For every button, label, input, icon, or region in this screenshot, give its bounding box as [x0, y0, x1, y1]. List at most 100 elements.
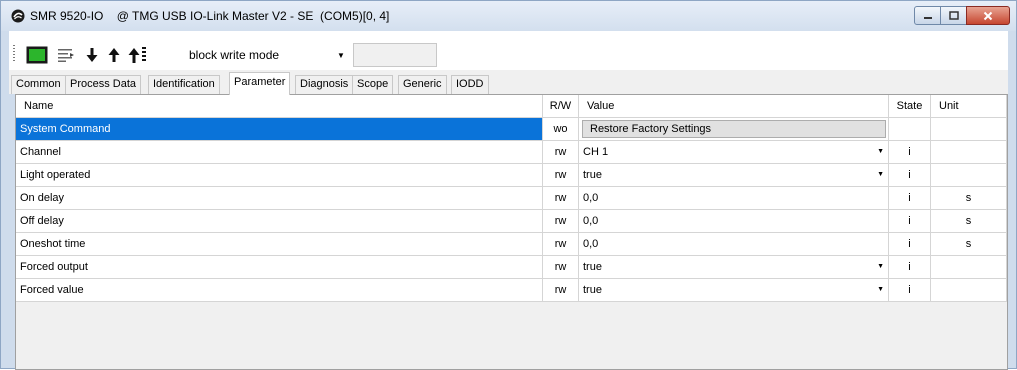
param-state: i	[889, 164, 931, 186]
write-all-button[interactable]	[127, 44, 149, 66]
param-value-input[interactable]: 0,0	[579, 187, 889, 209]
param-name[interactable]: System Command	[16, 118, 543, 140]
param-rw: rw	[543, 210, 579, 232]
param-state: i	[889, 256, 931, 278]
minimize-button[interactable]	[914, 6, 941, 25]
table-row[interactable]: Off delay rw 0,0 i s	[16, 210, 1007, 233]
param-unit: s	[931, 187, 1007, 209]
column-header-name[interactable]: Name	[16, 95, 543, 117]
param-state: i	[889, 141, 931, 163]
param-value-cell: Restore Factory Settings	[579, 118, 889, 140]
table-row[interactable]: Forced output rw true ▼ i	[16, 256, 1007, 279]
close-icon	[983, 11, 993, 20]
param-value-select[interactable]: true ▼	[579, 164, 889, 186]
param-state: i	[889, 210, 931, 232]
param-rw: wo	[543, 118, 579, 140]
param-rw: rw	[543, 279, 579, 301]
param-name: Light operated	[16, 164, 543, 186]
toolbar-grip[interactable]	[13, 45, 15, 63]
toolbar: block write mode ▼	[9, 31, 1008, 70]
table-row[interactable]: Channel rw CH 1 ▼ i	[16, 141, 1007, 164]
param-unit	[931, 118, 1007, 140]
chevron-down-icon[interactable]: ▼	[877, 279, 884, 301]
window-title: SMR 9520-IO @ TMG USB IO-Link Master V2 …	[30, 9, 390, 23]
maximize-button[interactable]	[940, 6, 967, 25]
toolbar-input[interactable]	[353, 43, 437, 67]
param-unit	[931, 164, 1007, 186]
tab-process-data[interactable]: Process Data	[65, 75, 142, 94]
connection-status-button[interactable]	[25, 44, 49, 66]
connection-status-icon	[26, 46, 48, 64]
write-mode-value: block write mode	[189, 48, 280, 62]
param-state: i	[889, 233, 931, 255]
list-icon	[58, 49, 74, 62]
parameter-grid: Name R/W Value State Unit System Command…	[15, 94, 1008, 370]
column-header-unit[interactable]: Unit	[931, 95, 1007, 117]
tab-scope[interactable]: Scope	[352, 75, 394, 94]
param-rw: rw	[543, 187, 579, 209]
param-value-select[interactable]: CH 1 ▼	[579, 141, 889, 163]
param-name: Forced output	[16, 256, 543, 278]
grid-header-row: Name R/W Value State Unit	[16, 95, 1007, 118]
param-unit: s	[931, 233, 1007, 255]
param-value-select[interactable]: true ▼	[579, 256, 889, 278]
param-rw: rw	[543, 164, 579, 186]
chevron-down-icon[interactable]: ▼	[877, 256, 884, 278]
param-state	[889, 118, 931, 140]
tab-diagnosis[interactable]: Diagnosis	[295, 75, 354, 94]
chevron-down-icon[interactable]: ▼	[877, 141, 884, 163]
tab-bar: Common Process Data Identification Param…	[9, 70, 1008, 95]
param-name: On delay	[16, 187, 543, 209]
maximize-icon	[948, 11, 959, 20]
param-name: Off delay	[16, 210, 543, 232]
restore-factory-settings-button[interactable]: Restore Factory Settings	[582, 120, 886, 138]
minimize-icon	[923, 16, 932, 19]
param-name: Channel	[16, 141, 543, 163]
table-row[interactable]: Oneshot time rw 0,0 i s	[16, 233, 1007, 256]
main-window: SMR 9520-IO @ TMG USB IO-Link Master V2 …	[0, 0, 1017, 370]
param-unit	[931, 279, 1007, 301]
param-value-input[interactable]: 0,0	[579, 233, 889, 255]
window-controls	[914, 6, 1010, 26]
table-row[interactable]: Forced value rw true ▼ i	[16, 279, 1007, 302]
table-row[interactable]: System Command wo Restore Factory Settin…	[16, 118, 1007, 141]
param-unit: s	[931, 210, 1007, 232]
param-value: CH 1	[583, 146, 609, 158]
param-name: Forced value	[16, 279, 543, 301]
arrow-up-list-icon	[128, 47, 146, 63]
column-header-rw[interactable]: R/W	[543, 95, 579, 117]
tab-parameter[interactable]: Parameter	[229, 72, 291, 95]
arrow-up-icon	[108, 48, 120, 62]
param-value: true	[583, 261, 602, 273]
param-rw: rw	[543, 233, 579, 255]
write-button[interactable]	[105, 44, 123, 66]
tab-identification[interactable]: Identification	[148, 75, 220, 94]
param-rw: rw	[543, 141, 579, 163]
list-view-button[interactable]	[55, 44, 77, 66]
chevron-down-icon: ▼	[337, 50, 345, 60]
param-unit	[931, 141, 1007, 163]
write-mode-select[interactable]: block write mode ▼	[179, 44, 349, 66]
param-unit	[931, 256, 1007, 278]
param-value-input[interactable]: 0,0	[579, 210, 889, 232]
read-button[interactable]	[83, 44, 101, 66]
param-rw: rw	[543, 256, 579, 278]
app-logo-icon	[11, 9, 25, 23]
arrow-down-icon	[86, 48, 98, 62]
table-row[interactable]: On delay rw 0,0 i s	[16, 187, 1007, 210]
param-name: Oneshot time	[16, 233, 543, 255]
close-button[interactable]	[966, 6, 1010, 25]
tab-generic[interactable]: Generic	[398, 75, 447, 94]
table-row[interactable]: Light operated rw true ▼ i	[16, 164, 1007, 187]
chevron-down-icon[interactable]: ▼	[877, 164, 884, 186]
param-value: true	[583, 169, 602, 181]
param-state: i	[889, 187, 931, 209]
param-state: i	[889, 279, 931, 301]
title-bar[interactable]: SMR 9520-IO @ TMG USB IO-Link Master V2 …	[1, 1, 1016, 31]
column-header-value[interactable]: Value	[579, 95, 889, 117]
tab-iodd[interactable]: IODD	[451, 75, 489, 94]
param-value-select[interactable]: true ▼	[579, 279, 889, 301]
param-value: true	[583, 284, 602, 296]
column-header-state[interactable]: State	[889, 95, 931, 117]
tab-common[interactable]: Common	[11, 75, 66, 94]
